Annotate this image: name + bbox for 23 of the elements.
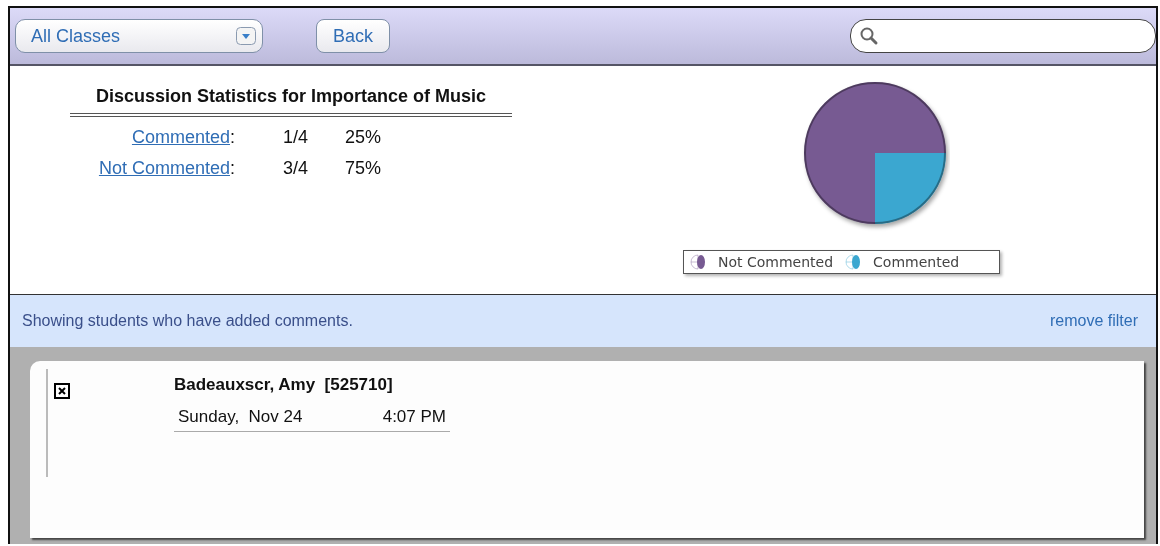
search-field[interactable] (850, 19, 1156, 53)
legend-label: Not Commented (718, 254, 834, 270)
fraction-text: 1/4 (283, 127, 310, 148)
category-link[interactable]: Commented (131, 127, 230, 147)
comment-date: Sunday, Nov 24 (178, 407, 303, 427)
filter-message: Showing students who have added comments. (22, 312, 353, 330)
fraction-text: 3/4 (283, 158, 310, 179)
colon-text: : (230, 127, 235, 147)
percent-text: 75% (345, 158, 383, 179)
search-icon (859, 26, 879, 46)
percent-text: 25% (345, 127, 383, 148)
category-link[interactable]: Not Commented (98, 158, 230, 178)
student-name: Badeauxscr, Amy [525710] (174, 375, 394, 395)
statistics-title: Discussion Statistics for Importance of Music (70, 86, 512, 117)
broken-image-icon (54, 383, 70, 399)
pie-legend-icon (688, 253, 708, 271)
class-dropdown[interactable]: All Classes (15, 19, 263, 53)
remove-filter-link[interactable]: remove filter (1049, 312, 1138, 330)
colon-text: : (230, 158, 235, 178)
comment-time: 4:07 PM (382, 407, 446, 427)
caret-icon (236, 27, 256, 45)
back-button[interactable]: Back (316, 19, 391, 53)
legend-label: Commented (873, 254, 960, 270)
